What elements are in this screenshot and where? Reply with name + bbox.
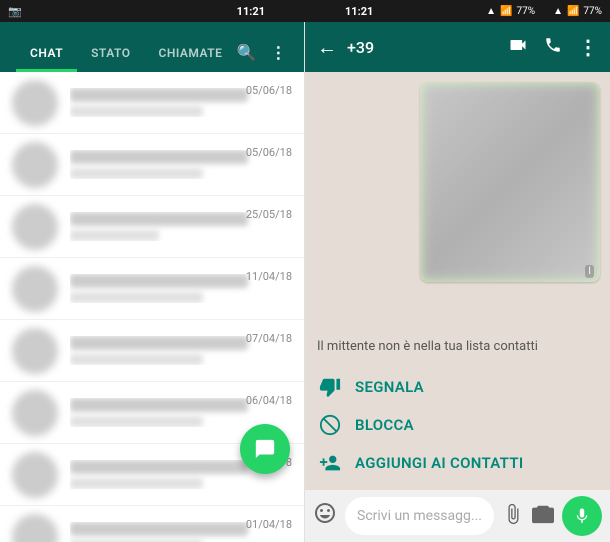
chat-messages-area: I	[305, 72, 610, 331]
chat-name	[70, 212, 248, 226]
tab-chat[interactable]: CHAT	[16, 46, 77, 72]
tab-chiamate[interactable]: CHIAMATE	[145, 46, 237, 72]
camera-button[interactable]	[532, 503, 554, 530]
message-text-input[interactable]: Scrivi un messagg...	[345, 497, 494, 535]
chat-preview	[70, 230, 159, 241]
tab-stato[interactable]: STATO	[77, 46, 144, 72]
header-action-icons: ⋮	[508, 35, 598, 59]
avatar	[12, 204, 58, 250]
aggiungi-action[interactable]: AGGIUNGI AI CONTATTI	[317, 444, 598, 482]
attach-button[interactable]	[502, 503, 524, 530]
battery-level-right: 77%	[583, 6, 602, 17]
message-time: I	[585, 265, 594, 278]
blocca-icon	[317, 412, 343, 438]
list-item[interactable]: 05/06/18	[0, 134, 304, 196]
whatsapp-header: CHAT STATO CHIAMATE 🔍 ⋮	[0, 22, 304, 72]
list-item[interactable]: 25/05/18	[0, 196, 304, 258]
search-icon[interactable]: 🔍	[236, 43, 256, 62]
back-button[interactable]: ←	[317, 35, 337, 60]
chat-date: 05/06/18	[246, 146, 292, 159]
blurred-image	[420, 82, 600, 282]
segnala-action[interactable]: SEGNALA	[317, 368, 598, 406]
chat-preview	[70, 168, 203, 179]
chat-name	[70, 88, 248, 102]
list-item[interactable]: 05/06/18	[0, 72, 304, 134]
chat-date: 25/05/18	[246, 208, 292, 221]
avatar	[12, 80, 58, 126]
chat-name	[70, 460, 248, 474]
list-item[interactable]: 07/04/18	[0, 320, 304, 382]
chat-name	[70, 150, 248, 164]
wifi-icon-right: ▲	[553, 6, 563, 17]
status-bar-left-panel: 📷 11:21 11:21 ▲ 📶 77% ▲ 📶 77%	[0, 0, 610, 22]
avatar	[12, 142, 58, 188]
avatar	[12, 390, 58, 436]
new-chat-fab[interactable]	[240, 424, 290, 474]
wifi-icon: ▲	[486, 6, 496, 17]
avatar	[12, 452, 58, 498]
contact-info-section: Il mittente non è nella tua lista contat…	[305, 331, 610, 490]
chat-name	[70, 522, 248, 536]
emoji-button[interactable]	[313, 501, 337, 531]
chat-preview	[70, 106, 203, 117]
aggiungi-icon	[317, 450, 343, 476]
avatar	[12, 514, 58, 542]
camera-status-icon: 📷	[8, 5, 22, 18]
chat-name	[70, 274, 248, 288]
chat-date: 06/04/18	[246, 394, 292, 407]
status-time-left: 11:21	[237, 5, 265, 18]
aggiungi-label[interactable]: AGGIUNGI AI CONTATTI	[355, 454, 523, 472]
more-options-icon[interactable]: ⋮	[578, 35, 598, 59]
status-bar-right: ▲ 📶 77% ▲ 📶 77%	[486, 6, 602, 17]
segnala-icon	[317, 374, 343, 400]
chat-date: 01/04/18	[246, 518, 292, 531]
image-message-bubble: I	[420, 82, 600, 282]
list-item[interactable]: 11/04/18	[0, 258, 304, 320]
contact-number: +39	[347, 38, 498, 57]
tab-bar: CHAT STATO CHIAMATE	[16, 22, 236, 72]
message-input-bar: Scrivi un messagg...	[305, 490, 610, 542]
right-panel: ← +39 ⋮ I Il mittente non è nella tua li…	[305, 22, 610, 542]
info-text: Il mittente non è nella tua lista contat…	[317, 339, 598, 354]
blocca-label[interactable]: BLOCCA	[355, 416, 414, 434]
video-call-icon[interactable]	[508, 35, 528, 59]
chat-date: 07/04/18	[246, 332, 292, 345]
avatar	[12, 328, 58, 374]
fab-button[interactable]	[240, 424, 290, 474]
chat-preview	[70, 478, 203, 489]
more-icon-left[interactable]: ⋮	[270, 43, 286, 62]
mic-button[interactable]	[562, 496, 602, 536]
blocca-action[interactable]: BLOCCA	[317, 406, 598, 444]
avatar	[12, 266, 58, 312]
chat-name	[70, 336, 248, 350]
chat-date: 11/04/18	[246, 270, 292, 283]
signal-icon: 📶	[500, 6, 512, 17]
call-icon[interactable]	[544, 36, 562, 58]
battery-level: 77%	[516, 6, 535, 17]
input-placeholder: Scrivi un messagg...	[357, 508, 482, 524]
status-time-right: 11:21	[345, 5, 373, 18]
chat-preview	[70, 416, 203, 427]
chat-header: ← +39 ⋮	[305, 22, 610, 72]
chat-icon	[254, 438, 276, 460]
list-item[interactable]: 01/04/18	[0, 506, 304, 542]
chat-date: 05/06/18	[246, 84, 292, 97]
chat-preview	[70, 292, 203, 303]
chat-preview	[70, 354, 203, 365]
status-bar-left: 📷	[8, 5, 22, 18]
chat-name	[70, 398, 248, 412]
segnala-label[interactable]: SEGNALA	[355, 378, 424, 396]
signal-icon-right: 📶	[567, 6, 579, 17]
